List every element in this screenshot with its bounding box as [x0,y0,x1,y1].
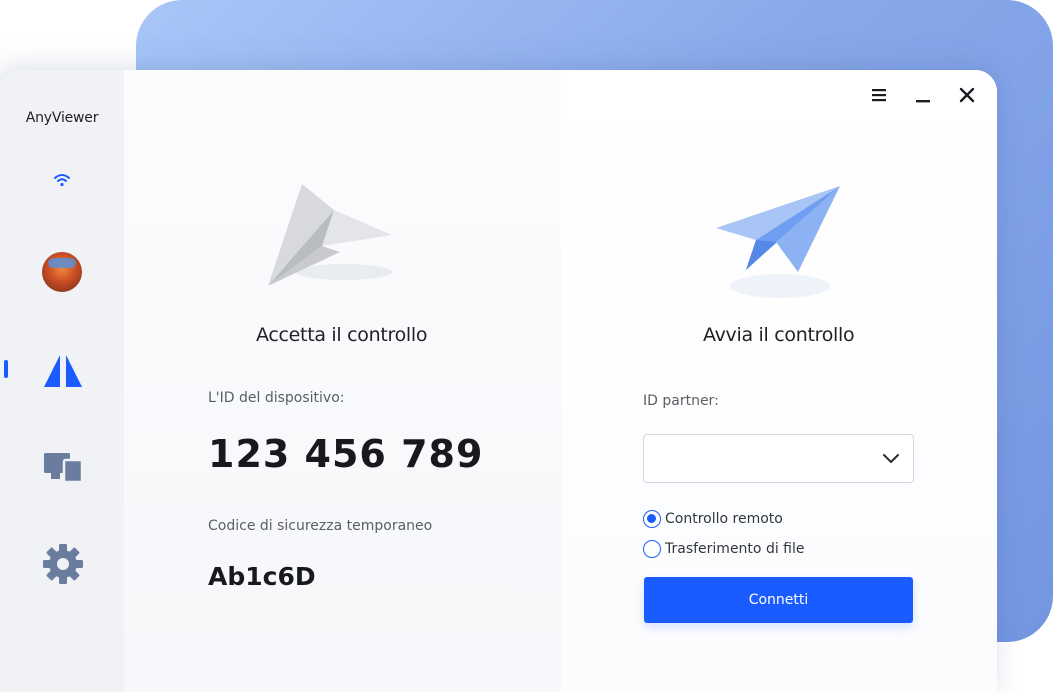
avatar[interactable] [42,252,82,292]
connect-icon[interactable] [43,353,83,389]
radio-file-transfer[interactable] [643,540,661,558]
security-code-value: Ab1c6D [208,562,316,591]
connect-button[interactable]: Connetti [644,577,913,623]
paper-plane-blue-icon [716,186,840,298]
minimize-icon[interactable] [912,84,934,106]
hamburger-icon[interactable] [868,84,890,106]
devices-icon[interactable] [43,451,83,483]
app-window: AnyViewer Accetta il controllo L'ID del … [0,70,997,692]
security-code-label: Codice di sicurezza temporaneo [208,518,433,534]
sidebar: AnyViewer [0,70,124,692]
close-icon[interactable] [956,84,978,106]
device-id-value: 123 456 789 [208,432,484,476]
start-control-title: Avvia il controllo [703,324,855,346]
device-id-label: L'ID del dispositivo: [208,390,345,406]
active-nav-indicator [4,360,8,378]
mode-file-transfer[interactable]: Trasferimento di file [643,539,805,559]
radio-remote-control[interactable] [643,510,661,528]
wifi-icon [54,174,70,187]
mode-remote-control-label: Controllo remoto [665,511,783,527]
paper-plane-grey-icon [268,184,392,286]
mode-remote-control[interactable]: Controllo remoto [643,509,783,529]
partner-id-input[interactable] [644,435,872,482]
mode-file-transfer-label: Trasferimento di file [665,541,805,557]
chevron-down-icon[interactable] [882,451,900,465]
partner-id-combobox [643,434,914,483]
gear-icon[interactable] [42,543,84,585]
accept-control-title: Accetta il controllo [256,324,428,346]
app-brand: AnyViewer [25,110,99,126]
main-content: Accetta il controllo L'ID del dispositiv… [124,70,997,692]
partner-id-label: ID partner: [643,393,719,409]
